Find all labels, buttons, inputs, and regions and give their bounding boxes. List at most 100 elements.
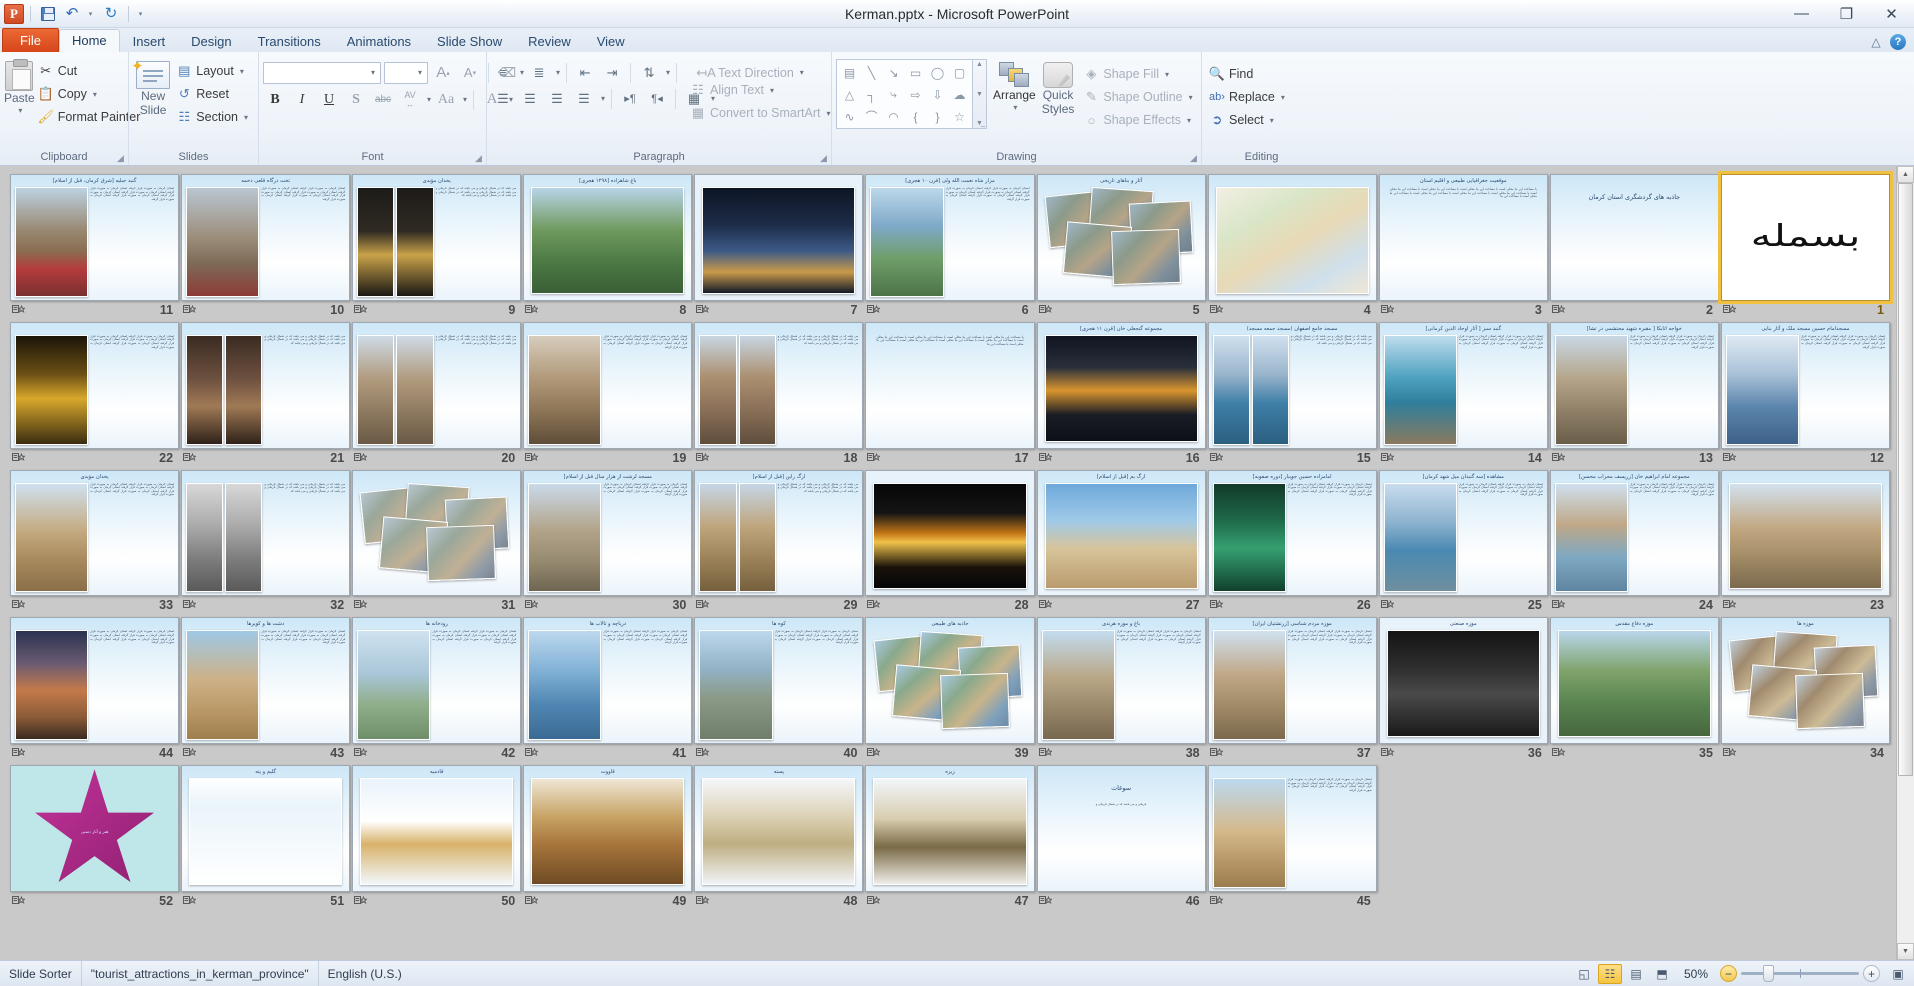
reset-button[interactable]: ↺ Reset bbox=[173, 83, 254, 105]
slide-thumbnail-image[interactable]: مسجد جامع اصفهان (مسجد جمعه مسجد) می باشد… bbox=[1207, 321, 1377, 449]
slide-thumbnail-22[interactable]: استان کرمان به صورت قرار گرفته استان کرم… bbox=[10, 321, 180, 466]
slide-thumbnail-image[interactable]: باغ شاهزاده [۱۲۹۸ هجری] bbox=[523, 174, 693, 301]
slide-thumbnail-image[interactable]: موزه مردم شناسی [زرتشتیان ایران] استان کر… bbox=[1207, 617, 1377, 745]
slide-thumbnail-1[interactable]: بسمله 1 bbox=[1717, 171, 1894, 318]
powerpoint-logo-icon[interactable]: P bbox=[4, 3, 24, 24]
slide-thumbnail-image[interactable]: ارگ بم [قبل از اسلام] bbox=[1036, 469, 1206, 597]
italic-button[interactable]: I bbox=[290, 88, 314, 111]
transition-star-icon[interactable] bbox=[867, 599, 881, 611]
transition-star-icon[interactable] bbox=[1209, 747, 1223, 759]
zoom-out-button[interactable]: − bbox=[1720, 965, 1737, 982]
slide-thumbnail-image[interactable]: مزار شاه نعمت الله ولی [قرن ۱۰ هجری] استا… bbox=[865, 174, 1035, 301]
slide-thumbnail-24[interactable]: مجموعه امام ابراهیم خان [زریسف محراب محس… bbox=[1549, 469, 1719, 614]
transition-star-icon[interactable] bbox=[1722, 747, 1736, 759]
transition-star-icon[interactable] bbox=[1209, 304, 1223, 316]
text-shadow-button[interactable]: S bbox=[344, 88, 368, 111]
slide-thumbnail-image[interactable]: گنبد سبز [ آثار اوحاد الدین کرمانی] استان… bbox=[1378, 321, 1548, 449]
elbow-arrow-shape[interactable]: ⤷ bbox=[883, 84, 904, 105]
slide-thumbnail-image[interactable]: رودخانه ها استان کرمان به صورت قرار گرفته… bbox=[352, 617, 522, 745]
transition-star-icon[interactable] bbox=[354, 599, 368, 611]
slide-thumbnail-39[interactable]: جاذبه های طبیعی 39 bbox=[865, 617, 1035, 761]
slide-thumbnail-25[interactable]: مشاهده [سه گنبدان میل شهد کرمان] استان کر… bbox=[1378, 469, 1548, 614]
numbering-button[interactable]: ≣ bbox=[527, 61, 551, 84]
slide-thumbnail-image[interactable]: آثار و بناهای تاریخی bbox=[1036, 174, 1206, 301]
slide-sorter-view[interactable]: گنبد جبلیه [شرق کرمان، قبل از اسلام] استا… bbox=[0, 166, 1914, 960]
shape-fill-button[interactable]: ◈ Shape Fill ▾ bbox=[1080, 63, 1198, 85]
slide-thumbnail-32[interactable]: می باشد که در شمال تاریخی و می باشد که د… bbox=[181, 469, 351, 614]
transition-star-icon[interactable] bbox=[525, 747, 539, 759]
transition-star-icon[interactable] bbox=[1380, 747, 1394, 759]
slide-thumbnail-image[interactable]: گلیم و پته bbox=[181, 765, 351, 893]
star-shape[interactable]: ☆ bbox=[949, 106, 970, 127]
slide-thumbnail-2[interactable]: جاذبه های گردشگری استان کرمان 2 bbox=[1549, 174, 1719, 318]
slide-thumbnail-9[interactable]: یخدان مؤیدی می باشد که در شمال تاریخی و م… bbox=[352, 174, 522, 318]
curve-shape[interactable]: ⌒ bbox=[861, 106, 882, 127]
scroll-down-button[interactable]: ▼ bbox=[1897, 943, 1914, 960]
slide-thumbnail-17[interactable]: با مساحت این بنا محلی است با مساحت این ب… bbox=[865, 321, 1035, 466]
slide-thumbnail-image[interactable]: سوغات تاریخی و می باشد که در شمال تاریخی … bbox=[1036, 765, 1206, 893]
arrow-shape[interactable]: ↘ bbox=[883, 62, 904, 83]
layout-button[interactable]: ▤ Layout ▾ bbox=[173, 60, 254, 82]
shapes-gallery-scrollbar[interactable]: ▲ ▼ ▼̲ bbox=[973, 59, 987, 129]
help-icon[interactable]: ? bbox=[1890, 34, 1906, 50]
slide-thumbnail-image[interactable]: هنر و آثار دستی bbox=[10, 765, 180, 893]
slide-thumbnail-image[interactable]: قادمیه bbox=[352, 765, 522, 893]
left-brace-shape[interactable]: { bbox=[905, 106, 926, 127]
paste-button[interactable]: Paste ▾ bbox=[4, 58, 35, 115]
slide-thumbnail-37[interactable]: موزه مردم شناسی [زرتشتیان ایران] استان کر… bbox=[1207, 617, 1377, 761]
font-name-combobox[interactable]: ▾ bbox=[263, 61, 381, 84]
slide-thumbnail-14[interactable]: گنبد سبز [ آثار اوحاد الدین کرمانی] استان… bbox=[1378, 321, 1548, 466]
zoom-slider[interactable]: − + bbox=[1720, 965, 1886, 982]
tab-file[interactable]: File bbox=[2, 28, 59, 52]
slide-thumbnail-16[interactable]: مجموعه گنجعلی خان [قرن ۱۱ هجری] 16 bbox=[1036, 321, 1206, 466]
transition-star-icon[interactable] bbox=[1380, 452, 1394, 464]
font-dialog-launcher[interactable]: ◢ bbox=[473, 153, 484, 164]
slide-thumbnail-3[interactable]: موقعیت جغرافیایی طبیعی و اقلیم استان با م… bbox=[1378, 174, 1548, 318]
slide-thumbnail-image[interactable]: کوه ها استان کرمان به صورت قرار گرفته است… bbox=[694, 617, 864, 745]
slide-thumbnail-image[interactable]: موزه دفاع مقدس bbox=[1549, 617, 1719, 745]
slide-thumbnail-image[interactable]: جاذبه های طبیعی bbox=[865, 617, 1035, 745]
slide-thumbnail-image[interactable]: استان کرمان به صورت قرار گرفته استان کرم… bbox=[1207, 765, 1377, 893]
slide-thumbnail-image[interactable]: گنبد جبلیه [شرق کرمان، قبل از اسلام] استا… bbox=[10, 174, 180, 301]
arrange-button[interactable]: Arrange ▾ bbox=[993, 59, 1036, 112]
arc-shape[interactable]: ◠ bbox=[883, 106, 904, 127]
new-slide-button[interactable]: ✦ New Slide bbox=[131, 58, 173, 117]
slide-thumbnail-image[interactable] bbox=[865, 469, 1035, 597]
underline-button[interactable]: U bbox=[317, 88, 341, 111]
slide-thumbnail-52[interactable]: هنر و آثار دستی 52 bbox=[10, 765, 180, 909]
tab-insert[interactable]: Insert bbox=[120, 29, 179, 52]
slide-thumbnail-19[interactable]: استان کرمان به صورت قرار گرفته استان کرم… bbox=[523, 321, 693, 466]
slide-thumbnail-image[interactable]: پسته bbox=[694, 765, 864, 893]
reading-view-button[interactable]: ▤ bbox=[1624, 964, 1648, 984]
transition-star-icon[interactable] bbox=[696, 452, 710, 464]
transition-star-icon[interactable] bbox=[12, 747, 25, 759]
transition-star-icon[interactable] bbox=[183, 895, 197, 907]
transition-star-icon[interactable] bbox=[1380, 599, 1394, 611]
slide-thumbnail-13[interactable]: خواجه اتابکا [ مقبره شهید محتشمی در تشا]… bbox=[1549, 321, 1719, 466]
slide-thumbnail-image[interactable]: مجموعه گنجعلی خان [قرن ۱۱ هجری] bbox=[1036, 321, 1206, 449]
transition-star-icon[interactable] bbox=[1551, 747, 1565, 759]
right-arrow-shape[interactable]: ⇨ bbox=[905, 84, 926, 105]
slide-thumbnail-36[interactable]: موزه صنعتی 36 bbox=[1378, 617, 1548, 761]
tab-animations[interactable]: Animations bbox=[334, 29, 424, 52]
zoom-track[interactable] bbox=[1741, 965, 1859, 982]
slide-thumbnail-10[interactable]: تخت درگاه قلعی دخمه استان کرمان به صورت ق… bbox=[181, 174, 351, 318]
transition-star-icon[interactable] bbox=[867, 895, 881, 907]
slide-thumbnail-image[interactable]: با مساحت این بنا محلی است با مساحت این ب… bbox=[865, 321, 1035, 449]
normal-view-button[interactable]: ◱ bbox=[1572, 964, 1596, 984]
transition-star-icon[interactable] bbox=[1038, 895, 1052, 907]
status-theme-name[interactable]: "tourist_attractions_in_kerman_province" bbox=[80, 961, 318, 986]
justify-button[interactable]: ☰ bbox=[572, 87, 596, 110]
slide-thumbnail-image[interactable]: تخت درگاه قلعی دخمه استان کرمان به صورت ق… bbox=[181, 174, 351, 301]
redo-button[interactable]: ↻ bbox=[100, 3, 122, 25]
fit-slide-to-window-button[interactable]: ▣ bbox=[1888, 965, 1908, 983]
slide-thumbnail-image[interactable]: می باشد که در شمال تاریخی و می باشد که د… bbox=[181, 321, 351, 449]
shape-outline-button[interactable]: ✎ Shape Outline ▾ bbox=[1080, 86, 1198, 108]
tab-home[interactable]: Home bbox=[58, 29, 120, 52]
transition-star-icon[interactable] bbox=[867, 747, 881, 759]
slide-thumbnail-34[interactable]: موزه ها 34 bbox=[1720, 617, 1890, 761]
zoom-handle[interactable] bbox=[1763, 965, 1774, 982]
transition-star-icon[interactable] bbox=[12, 895, 25, 907]
transition-star-icon[interactable] bbox=[525, 895, 539, 907]
slide-thumbnail-47[interactable]: زیره 47 bbox=[865, 765, 1035, 909]
